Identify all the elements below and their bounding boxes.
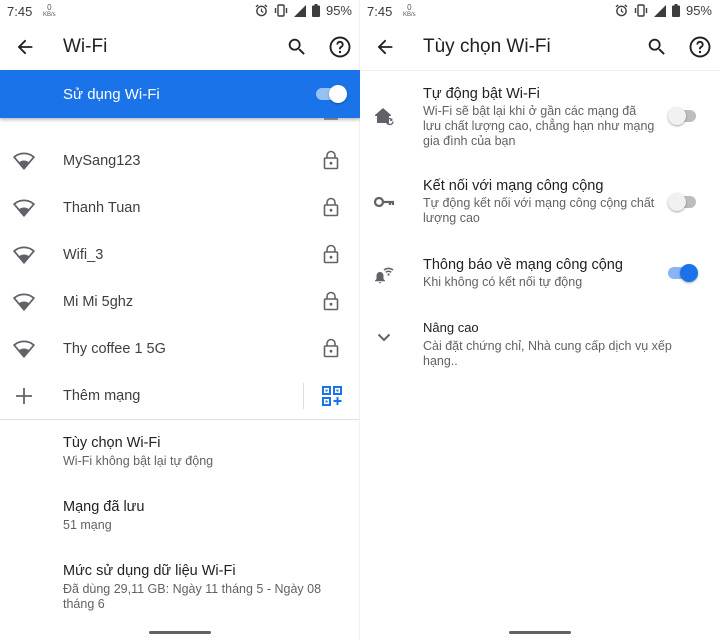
wifi-signal-icon — [13, 198, 35, 218]
use-wifi-bar[interactable]: Sử dụng Wi-Fi — [0, 70, 360, 118]
app-bar: Wi-Fi — [0, 24, 360, 70]
pref-title: Mức sử dụng dữ liệu Wi-Fi — [63, 563, 236, 579]
wifi-signal-icon — [13, 151, 35, 171]
wifi-options-screen: 7:45 0 KB/s 95% Tùy chọn Wi-Fi Tự động b… — [360, 0, 720, 640]
public-network-notify-option[interactable]: Thông báo về mạng công cộng Khi không có… — [360, 257, 720, 297]
wifi-data-usage-item[interactable]: Mức sử dụng dữ liệu Wi-Fi Đã dùng 29,11 … — [63, 563, 353, 612]
lock-icon — [323, 150, 339, 170]
plus-icon — [16, 388, 32, 404]
network-row[interactable]: Thanh Tuan — [0, 185, 360, 232]
lock-icon — [323, 197, 339, 217]
wifi-signal-icon — [13, 245, 35, 265]
page-title: Wi-Fi — [63, 36, 108, 57]
network-name: Thy coffee 1 5G — [63, 341, 166, 357]
network-row[interactable]: MySang123 — [0, 138, 360, 185]
network-name: Wifi_3 — [63, 247, 104, 263]
network-name: MySang123 — [63, 153, 141, 169]
auto-wifi-option[interactable]: Tự động bật Wi-Fi Wi-Fi sẽ bật lại khi ở… — [360, 86, 720, 156]
network-speed: 0 KB/s — [403, 3, 416, 18]
wifi-signal-icon — [13, 339, 35, 359]
option-title: Kết nối với mạng công cộng — [423, 178, 604, 194]
option-title: Thông báo về mạng công cộng — [423, 257, 623, 273]
add-network-label: Thêm mạng — [63, 388, 141, 404]
help-icon[interactable] — [688, 35, 712, 59]
battery-icon — [671, 4, 680, 17]
search-icon[interactable] — [286, 36, 308, 58]
qr-code-scan-icon[interactable] — [322, 386, 342, 406]
public-network-connect-option[interactable]: Kết nối với mạng công cộng Tự động kết n… — [360, 178, 720, 230]
status-bar: 7:45 0 KB/s 95% — [360, 0, 720, 24]
option-text: Kết nối với mạng công cộng Tự động kết n… — [423, 178, 655, 226]
back-arrow-icon[interactable] — [374, 36, 396, 58]
option-summary: Khi không có kết nối tự động — [423, 275, 583, 289]
gesture-nav-bar[interactable] — [509, 631, 571, 634]
auto-wifi-toggle[interactable] — [668, 106, 704, 126]
status-time: 7:45 — [367, 4, 393, 19]
battery-percent: 95% — [325, 3, 352, 18]
option-text: Tự động bật Wi-Fi Wi-Fi sẽ bật lại khi ở… — [423, 86, 655, 149]
alarm-icon — [255, 4, 268, 17]
public-network-notify-toggle[interactable] — [668, 263, 704, 283]
page-title: Tùy chọn Wi-Fi — [423, 36, 551, 57]
pref-summary: Đã dùng 29,11 GB: Ngày 11 tháng 5 - Ngày… — [63, 582, 322, 611]
search-icon[interactable] — [646, 36, 668, 58]
gesture-nav-bar[interactable] — [149, 631, 211, 634]
lock-icon — [323, 291, 339, 311]
signal-icon — [653, 4, 666, 17]
back-arrow-icon[interactable] — [14, 36, 36, 58]
chevron-down-icon — [377, 333, 391, 342]
network-name: Mi Mi 5ghz — [63, 294, 134, 310]
lock-icon — [323, 338, 339, 358]
home-wifi-icon — [375, 108, 394, 126]
network-row[interactable]: Thy coffee 1 5G — [0, 326, 360, 373]
section-divider — [0, 419, 360, 420]
status-time: 7:45 — [7, 4, 33, 19]
advanced-title: Nâng cao — [423, 320, 479, 335]
option-text: Nâng cao Cài đặt chứng chỉ, Nhà cung cấp… — [423, 320, 703, 369]
saved-networks-item[interactable]: Mạng đã lưu 51 mạng — [63, 499, 353, 533]
battery-percent: 95% — [685, 3, 712, 18]
option-text: Thông báo về mạng công cộng Khi không có… — [423, 257, 655, 290]
pref-title: Mạng đã lưu — [63, 499, 145, 515]
vibrate-icon — [274, 4, 288, 17]
pref-summary: 51 mạng — [63, 518, 112, 532]
app-bar: Tùy chọn Wi-Fi — [360, 24, 720, 70]
use-wifi-toggle[interactable] — [316, 85, 347, 103]
pref-title: Tùy chọn Wi-Fi — [63, 435, 161, 451]
wifi-signal-icon — [13, 292, 35, 312]
network-row[interactable]: Mi Mi 5ghz — [0, 279, 360, 326]
advanced-section[interactable]: Nâng cao Cài đặt chứng chỉ, Nhà cung cấp… — [360, 320, 720, 368]
key-icon — [373, 196, 395, 208]
wifi-preferences-item[interactable]: Tùy chọn Wi-Fi Wi-Fi không bật lại tự độ… — [63, 435, 353, 469]
add-network-row[interactable]: Thêm mạng — [0, 373, 360, 420]
advanced-summary: Cài đặt chứng chỉ, Nhà cung cấp dịch vụ … — [423, 339, 672, 368]
option-summary: Wi-Fi sẽ bật lại khi ở gần các mạng đã l… — [423, 104, 655, 148]
battery-icon — [311, 4, 320, 17]
wifi-screen: 7:45 0 KB/s 95% Wi-Fi Sử dụng Wi-Fi Thêm… — [0, 0, 360, 640]
network-speed: 0 KB/s — [43, 3, 56, 18]
use-wifi-label: Sử dụng Wi-Fi — [63, 86, 160, 103]
option-title: Tự động bật Wi-Fi — [423, 86, 540, 102]
app-bar-divider — [360, 70, 720, 71]
divider — [303, 383, 304, 409]
lock-icon — [323, 244, 339, 264]
pref-summary: Wi-Fi không bật lại tự động — [63, 454, 214, 468]
status-bar: 7:45 0 KB/s 95% — [0, 0, 360, 24]
option-summary: Tự động kết nối với mạng công cộng chất … — [423, 196, 655, 225]
vibrate-icon — [634, 4, 648, 17]
network-name: Thanh Tuan — [63, 200, 141, 216]
help-icon[interactable] — [328, 35, 352, 59]
alarm-icon — [615, 4, 628, 17]
wifi-notification-icon — [375, 267, 394, 284]
public-network-connect-toggle[interactable] — [668, 192, 704, 212]
signal-icon — [293, 4, 306, 17]
network-row[interactable]: Wifi_3 — [0, 232, 360, 279]
